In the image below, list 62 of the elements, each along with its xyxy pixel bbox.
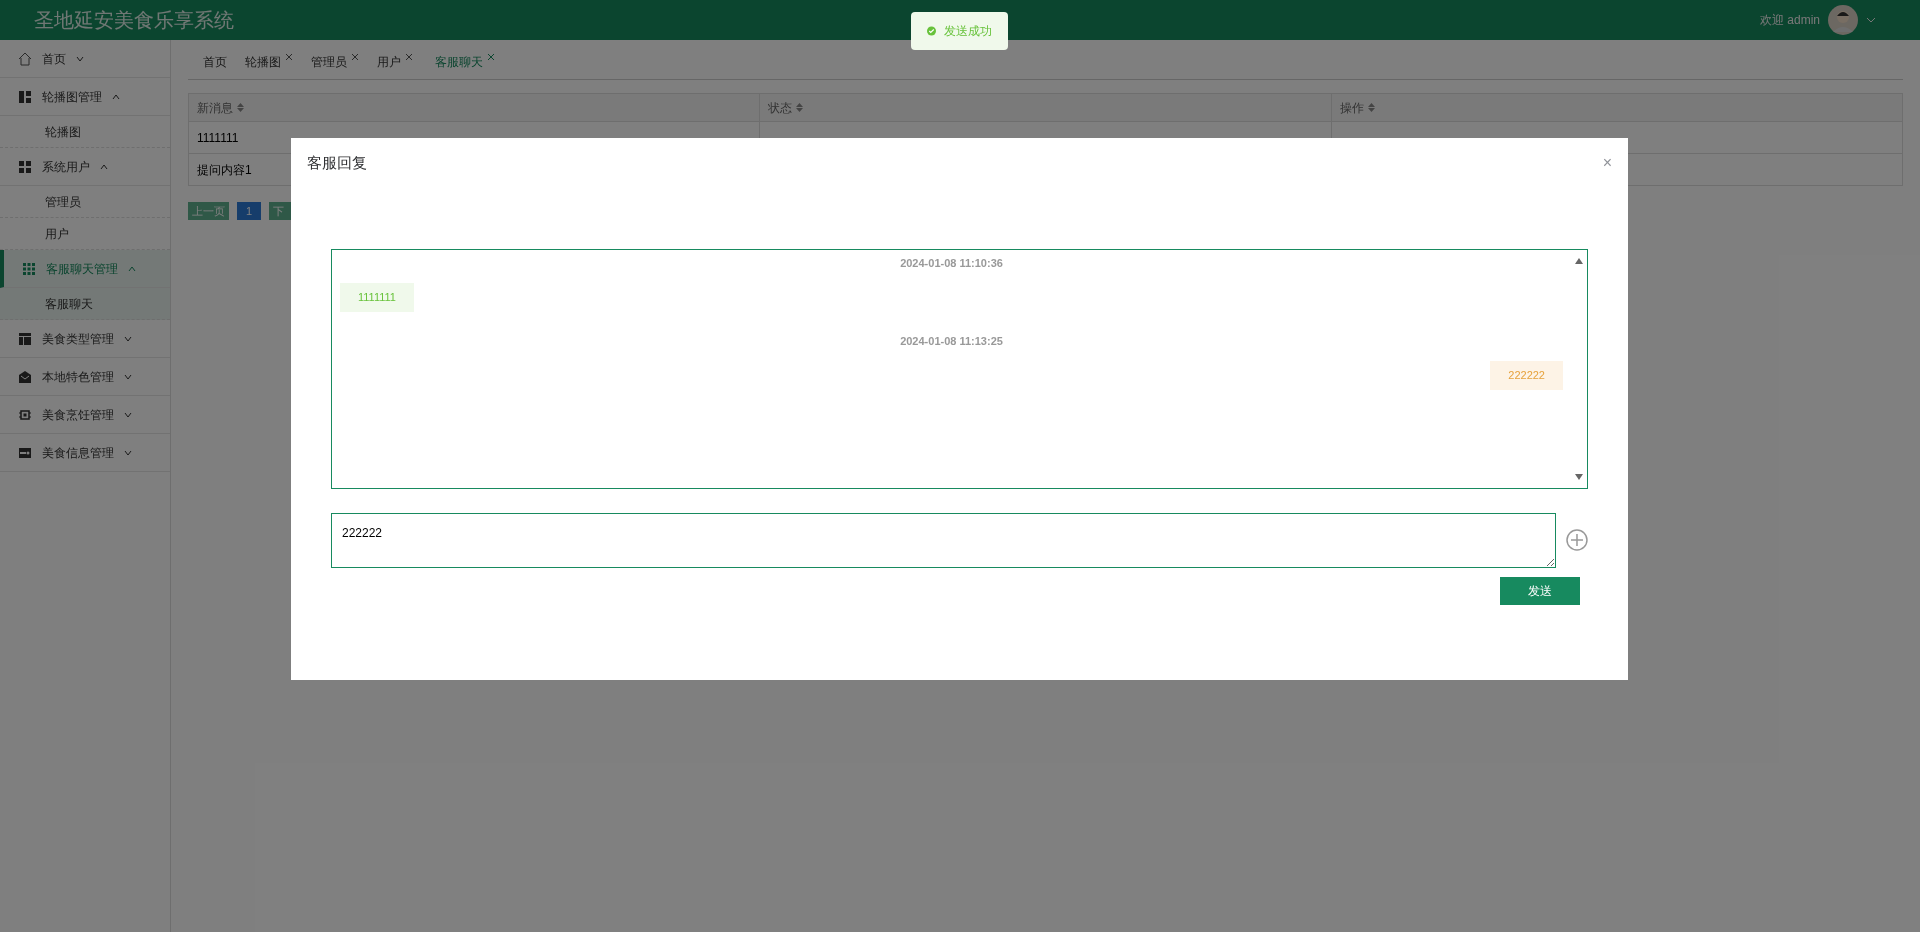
scroll-up-icon[interactable] <box>1575 257 1583 264</box>
caret-icon[interactable] <box>1866 15 1876 25</box>
caret-icon <box>124 410 132 419</box>
grid-icon <box>22 261 36 276</box>
close-button[interactable]: × <box>1602 155 1612 172</box>
toast-text: 发送成功 <box>944 23 992 40</box>
tab[interactable]: 用户 <box>377 53 401 71</box>
submenu-item[interactable]: 管理员 <box>0 186 170 218</box>
menu-item[interactable]: 美食烹饪管理 <box>0 396 170 434</box>
submenu-item[interactable]: 客服聊天 <box>0 288 170 320</box>
app-title: 圣地延安美食乐享系统 <box>34 8 234 33</box>
caret-icon <box>124 334 132 343</box>
reply-input[interactable]: 222222 <box>331 512 1556 568</box>
table-icon <box>18 331 32 346</box>
envelope-icon <box>18 369 32 384</box>
welcome-text: 欢迎 admin <box>1759 12 1820 29</box>
menu-item[interactable]: 首页 <box>0 40 170 78</box>
submenu-item[interactable]: 轮播图 <box>0 116 170 148</box>
column-header[interactable]: 新消息 <box>197 98 233 117</box>
close-icon[interactable] <box>285 53 293 61</box>
page-button[interactable]: 1 <box>237 202 261 220</box>
caret-icon <box>124 372 132 381</box>
menu-item[interactable]: 轮播图管理 <box>0 78 170 116</box>
chip-icon <box>18 407 32 422</box>
menu-item[interactable]: 客服聊天管理 <box>0 250 170 288</box>
sort-icon[interactable] <box>237 103 244 112</box>
column-header[interactable]: 操作 <box>1339 98 1364 117</box>
timestamp: 2024-01-08 11:13:25 <box>900 333 1003 349</box>
tab[interactable]: 管理员 <box>311 53 347 71</box>
menu-item[interactable]: 系统用户 <box>0 148 170 186</box>
caret-icon <box>76 54 84 63</box>
column-header[interactable]: 状态 <box>768 98 793 117</box>
close-icon[interactable] <box>487 53 495 61</box>
send-button[interactable]: 发送 <box>1500 576 1580 605</box>
caret-icon <box>100 162 108 171</box>
grid-icon <box>18 159 32 174</box>
layout-icon <box>18 89 32 104</box>
home-icon <box>18 51 32 66</box>
scroll-down-icon[interactable] <box>1575 473 1583 480</box>
timestamp: 2024-01-08 11:10:36 <box>900 255 1003 271</box>
dialog-title: 客服回复 <box>307 153 367 173</box>
close-icon[interactable] <box>351 53 359 61</box>
table-cell: 1111111 <box>197 130 239 145</box>
menu-item[interactable]: 美食信息管理 <box>0 434 170 472</box>
caret-icon <box>128 264 136 273</box>
caret-icon <box>112 92 120 101</box>
sort-icon[interactable] <box>1367 103 1375 112</box>
close-icon[interactable] <box>405 53 413 61</box>
sort-icon[interactable] <box>796 103 804 112</box>
chat-bubble: 222222 <box>1490 361 1563 390</box>
add-circle-icon[interactable] <box>1566 529 1588 551</box>
menu-item[interactable]: 美食类型管理 <box>0 320 170 358</box>
tab[interactable]: 轮播图 <box>245 53 281 71</box>
card-icon <box>18 445 32 460</box>
menu-item[interactable]: 本地特色管理 <box>0 358 170 396</box>
caret-icon <box>124 448 132 457</box>
tab[interactable]: 首页 <box>203 53 227 71</box>
table-cell: 提问内容1 <box>197 162 252 177</box>
avatar-icon[interactable] <box>1828 5 1858 35</box>
chat-bubble: 1111111 <box>340 283 414 312</box>
tab[interactable]: 客服聊天 <box>431 53 483 71</box>
check-circle-icon <box>927 25 936 37</box>
